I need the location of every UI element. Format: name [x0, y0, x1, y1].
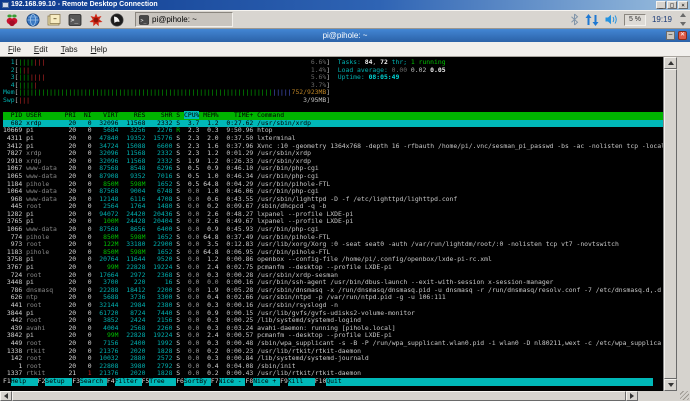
terminal-titlebar-buttons: – ✕	[666, 31, 687, 40]
fkey-label-quit[interactable]: Quit	[326, 377, 354, 386]
horizontal-scrollbar[interactable]	[0, 391, 690, 401]
task-button-label: pi@pihole: ~	[152, 15, 197, 24]
taskbar-launchers: >_	[4, 12, 125, 28]
fkey-f9[interactable]: F9	[280, 377, 288, 386]
terminal-close-button[interactable]: ✕	[678, 31, 687, 40]
fkey-label-nice[interactable]: Nice -	[218, 377, 246, 386]
fkey-label-filter[interactable]: Filter	[114, 377, 142, 386]
rdp-close-button[interactable]: ×	[678, 1, 688, 9]
terminal-titlebar[interactable]: pi@pihole: ~ – ✕	[0, 29, 690, 42]
web-browser-icon[interactable]	[25, 12, 41, 28]
taskbar: >_ >_ pi@pihole: ~ 5 % 19:19	[0, 10, 690, 29]
rdp-minimize-button[interactable]: _	[656, 1, 666, 9]
fkey-label-help[interactable]: Help	[10, 377, 38, 386]
tray-scroller[interactable]	[678, 12, 687, 27]
function-key-bar: F1 Help F2 Setup F3 Search F4 Filter F5 Tree …	[3, 377, 663, 386]
meter-line-swp: Swp[||| 3/95MB]	[3, 95, 331, 104]
file-manager-icon[interactable]	[46, 12, 62, 28]
fkey-bar-filler	[353, 377, 654, 386]
fkey-label-setup[interactable]: Setup	[45, 377, 73, 386]
up-arrow-icon	[667, 61, 674, 65]
fkey-label-tree[interactable]: Tree	[149, 377, 177, 386]
terminal-body: 1[||||||| 6.6%] Tasks: 84, 72 thr; 1 run…	[0, 57, 690, 391]
htop-screen[interactable]: 1[||||||| 6.6%] Tasks: 84, 72 thr; 1 run…	[0, 57, 663, 391]
network-updown-icon[interactable]	[585, 13, 599, 26]
terminal-task-icon: >_	[139, 14, 149, 25]
fkey-label-nice[interactable]: Nice +	[253, 377, 281, 386]
menu-item-tabs[interactable]: Tabs	[61, 45, 78, 54]
wolfram-icon[interactable]	[88, 12, 104, 28]
terminal-launcher-icon[interactable]: >_	[67, 12, 83, 28]
window-right-edge	[677, 57, 690, 391]
svg-text:>_: >_	[141, 18, 148, 24]
vertical-scrollbar-thumb[interactable]	[664, 69, 677, 379]
scroll-down-icon	[679, 22, 686, 26]
window-corner	[638, 391, 690, 401]
terminal-minimize-button[interactable]: –	[666, 31, 675, 40]
fkey-f2[interactable]: F2	[37, 377, 46, 386]
terminal-menubar: File Edit Tabs Help	[0, 42, 690, 57]
fkey-f8[interactable]: F8	[245, 377, 254, 386]
right-arrow-icon	[630, 393, 634, 399]
vertical-scrollbar[interactable]	[663, 57, 677, 391]
system-tray: 5 % 19:19	[570, 12, 687, 27]
fkey-f7[interactable]: F7	[210, 377, 219, 386]
rdp-restore-button[interactable]: □	[667, 1, 677, 9]
rdp-title: 192.168.99.10 - Remote Desktop Connectio…	[11, 1, 158, 8]
left-arrow-icon	[4, 393, 8, 399]
svg-text:>_: >_	[71, 16, 79, 24]
menu-item-edit[interactable]: Edit	[34, 45, 48, 54]
resize-grip[interactable]	[680, 391, 689, 400]
fkey-f6[interactable]: F6	[176, 377, 184, 386]
rdp-app-icon	[2, 2, 9, 8]
fkey-label-search[interactable]: Search	[79, 377, 107, 386]
horizontal-scrollbar-thumb[interactable]	[12, 391, 626, 401]
fkey-f10[interactable]: F10	[314, 377, 327, 386]
terminal-title: pi@pihole: ~	[322, 31, 368, 40]
fkey-label-sortby[interactable]: SortBy	[183, 377, 211, 386]
cpu-usage-monitor[interactable]: 5 %	[623, 13, 646, 26]
scrollbar-down-button[interactable]	[664, 379, 677, 391]
bluetooth-icon[interactable]	[570, 13, 579, 26]
task-button-terminal[interactable]: >_ pi@pihole: ~	[135, 12, 233, 27]
remote-desktop-screen: 192.168.99.10 - Remote Desktop Connectio…	[0, 0, 690, 401]
menu-item-file[interactable]: File	[8, 45, 21, 54]
volume-icon[interactable]	[605, 14, 618, 25]
scroll-up-icon	[679, 13, 686, 17]
terminal-window: pi@pihole: ~ – ✕ File Edit Tabs Help 1[||||…	[0, 29, 690, 401]
fkey-f3[interactable]: F3	[72, 377, 80, 386]
fkey-f4[interactable]: F4	[106, 377, 115, 386]
rdp-window-buttons: _ □ ×	[656, 1, 688, 9]
menu-raspberry-icon[interactable]	[4, 12, 20, 28]
scrollbar-up-button[interactable]	[664, 57, 677, 69]
rdp-titlebar: 192.168.99.10 - Remote Desktop Connectio…	[0, 0, 690, 10]
down-arrow-icon	[667, 383, 674, 387]
fkey-f5[interactable]: F5	[141, 377, 150, 386]
fkey-f1[interactable]: F1	[3, 377, 11, 386]
mathematica-icon[interactable]	[109, 12, 125, 28]
menu-item-help[interactable]: Help	[91, 45, 107, 54]
clock[interactable]: 19:19	[652, 15, 672, 24]
scrollbar-right-button[interactable]	[626, 391, 638, 401]
fkey-label-kill[interactable]: Kill	[287, 377, 315, 386]
scrollbar-left-button[interactable]	[0, 391, 12, 401]
